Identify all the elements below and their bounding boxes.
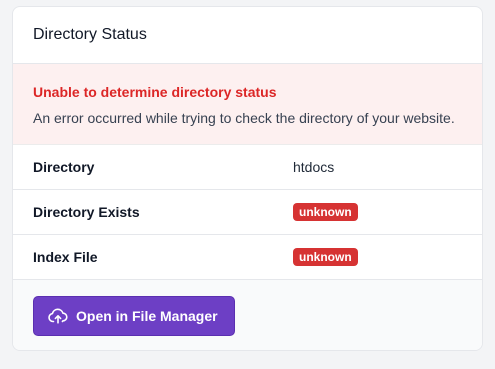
status-badge-directory-exists: unknown: [293, 203, 358, 221]
alert-message: An error occurred while trying to check …: [33, 110, 455, 126]
open-file-manager-button[interactable]: Open in File Manager: [33, 296, 235, 336]
row-directory-exists: Directory Exists unknown: [13, 190, 482, 235]
row-label-directory: Directory: [33, 159, 95, 175]
row-index-file: Index File unknown: [13, 235, 482, 280]
row-directory: Directory htdocs: [13, 145, 482, 190]
directory-status-card: Directory Status Unable to determine dir…: [12, 6, 483, 351]
card-footer: Open in File Manager: [13, 280, 482, 350]
card-header: Directory Status: [13, 7, 482, 64]
cloud-upload-icon: [48, 308, 68, 324]
row-value-directory: htdocs: [293, 159, 335, 175]
open-file-manager-label: Open in File Manager: [76, 308, 218, 324]
row-label-index-file: Index File: [33, 249, 98, 265]
error-alert: Unable to determine directory status An …: [13, 64, 482, 145]
alert-title: Unable to determine directory status: [33, 84, 277, 100]
card-title: Directory Status: [33, 26, 147, 43]
row-label-directory-exists: Directory Exists: [33, 204, 140, 220]
status-badge-index-file: unknown: [293, 248, 358, 266]
